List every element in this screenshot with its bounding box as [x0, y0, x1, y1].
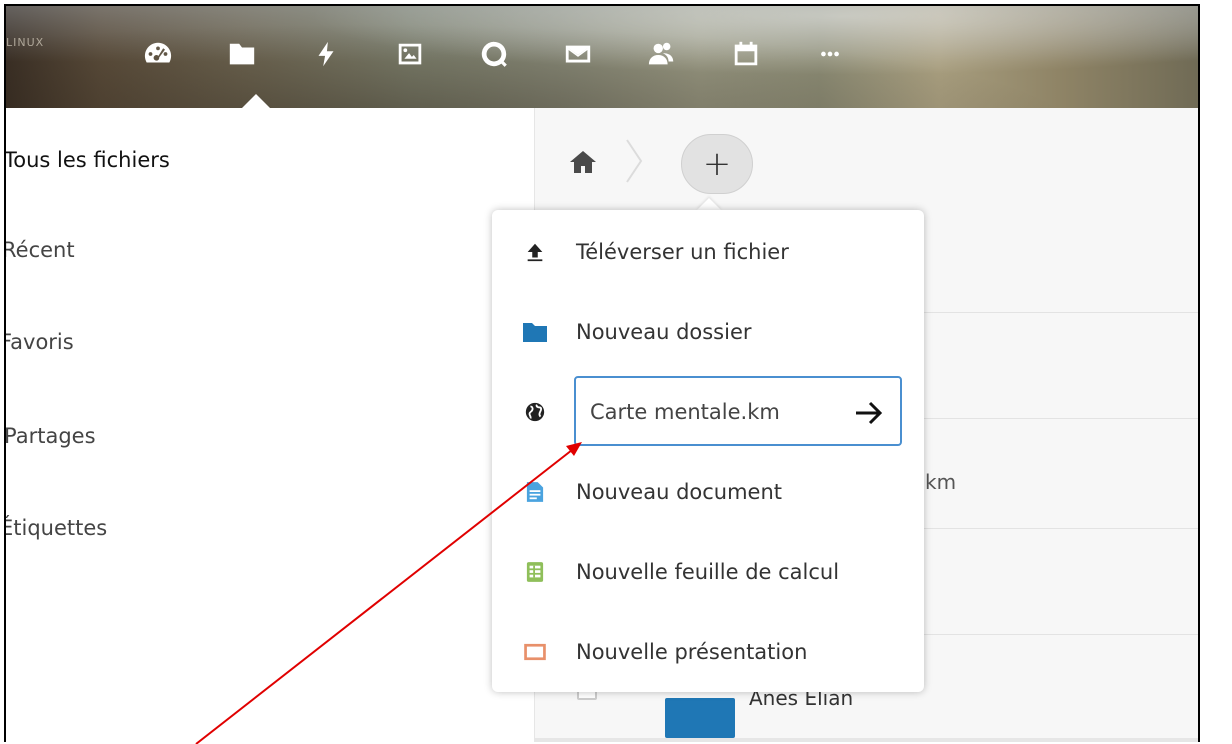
people-icon	[648, 42, 674, 65]
menu-item-new-document[interactable]: Nouveau document	[492, 464, 924, 520]
home-icon[interactable]	[569, 150, 597, 174]
new-file-menu: Téléverser un fichier Nouveau dossier No…	[492, 210, 924, 692]
nav-talk[interactable]	[452, 24, 536, 84]
files-sidebar: Tous les fichiers Récent Favoris Partage…	[6, 108, 534, 742]
nav-activity[interactable]	[284, 24, 368, 84]
nav-more[interactable]	[788, 24, 872, 84]
arrow-right-icon[interactable]	[852, 396, 886, 430]
more-dots-icon	[821, 51, 839, 57]
sidebar-item-favorites[interactable]: Favoris	[6, 330, 74, 370]
menu-item-new-presentation[interactable]: Nouvelle présentation	[492, 624, 924, 680]
nav-dashboard[interactable]	[116, 24, 200, 84]
upload-icon	[522, 239, 548, 265]
menu-label-new-folder: Nouveau dossier	[576, 320, 752, 344]
lightning-icon	[318, 41, 334, 67]
presentation-icon	[522, 639, 548, 665]
spreadsheet-icon	[522, 559, 548, 585]
sidebar-item-all-files[interactable]: Tous les fichiers	[6, 148, 170, 188]
menu-label-new-presentation: Nouvelle présentation	[576, 640, 808, 664]
new-button[interactable]: +	[681, 134, 753, 194]
sidebar-item-recent[interactable]: Récent	[6, 238, 75, 278]
shared-folder-icon	[665, 698, 735, 738]
search-icon	[481, 41, 507, 67]
menu-item-new-folder[interactable]: Nouveau dossier	[492, 304, 924, 360]
nav-calendar[interactable]	[704, 24, 788, 84]
nav-files[interactable]	[200, 24, 284, 84]
nav-mail[interactable]	[536, 24, 620, 84]
file-name-fragment: km	[925, 470, 957, 494]
list-footer	[535, 738, 1200, 742]
calendar-icon	[734, 41, 758, 66]
app-nav	[116, 24, 872, 84]
logo[interactable]: LINUX	[6, 36, 44, 49]
nav-gallery[interactable]	[368, 24, 452, 84]
nav-contacts[interactable]	[620, 24, 704, 84]
menu-item-new-spreadsheet[interactable]: Nouvelle feuille de calcul	[492, 544, 924, 600]
folder-icon	[522, 319, 548, 345]
menu-label-new-spreadsheet: Nouvelle feuille de calcul	[576, 560, 840, 584]
new-file-name-input[interactable]	[590, 392, 840, 432]
folder-icon	[229, 43, 255, 65]
top-header: LINUX	[6, 6, 1200, 108]
menu-item-upload[interactable]: Téléverser un fichier	[492, 224, 924, 280]
frame-border	[1198, 4, 1200, 742]
sidebar-item-tags[interactable]: Étiquettes	[6, 516, 107, 556]
menu-label-upload: Téléverser un fichier	[576, 240, 789, 264]
menu-label-new-document: Nouveau document	[576, 480, 783, 504]
breadcrumb-separator-icon	[626, 139, 643, 183]
document-icon	[522, 479, 548, 505]
speedometer-icon	[144, 42, 172, 63]
sidebar-item-shares[interactable]: Partages	[6, 424, 96, 464]
envelope-icon	[565, 45, 591, 63]
globe-icon	[522, 399, 548, 425]
active-nav-indicator	[242, 94, 270, 108]
new-file-name-field	[574, 376, 902, 446]
image-icon	[398, 43, 422, 65]
